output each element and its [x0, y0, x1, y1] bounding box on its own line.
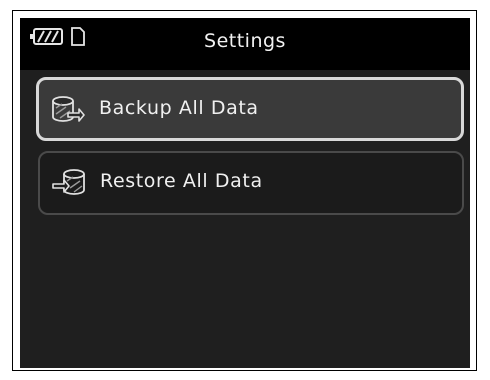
- restore-database-icon: [52, 167, 86, 199]
- backup-all-data-label: Backup All Data: [99, 97, 259, 119]
- device-screen: Settings Backup All Data Restore All Dat…: [20, 18, 470, 368]
- page-title: Settings: [204, 30, 286, 52]
- restore-all-data-button[interactable]: Restore All Data: [38, 151, 464, 215]
- header-bar: Settings: [20, 18, 470, 70]
- restore-all-data-label: Restore All Data: [100, 170, 263, 192]
- backup-database-icon: [51, 94, 85, 126]
- backup-all-data-button[interactable]: Backup All Data: [36, 77, 464, 141]
